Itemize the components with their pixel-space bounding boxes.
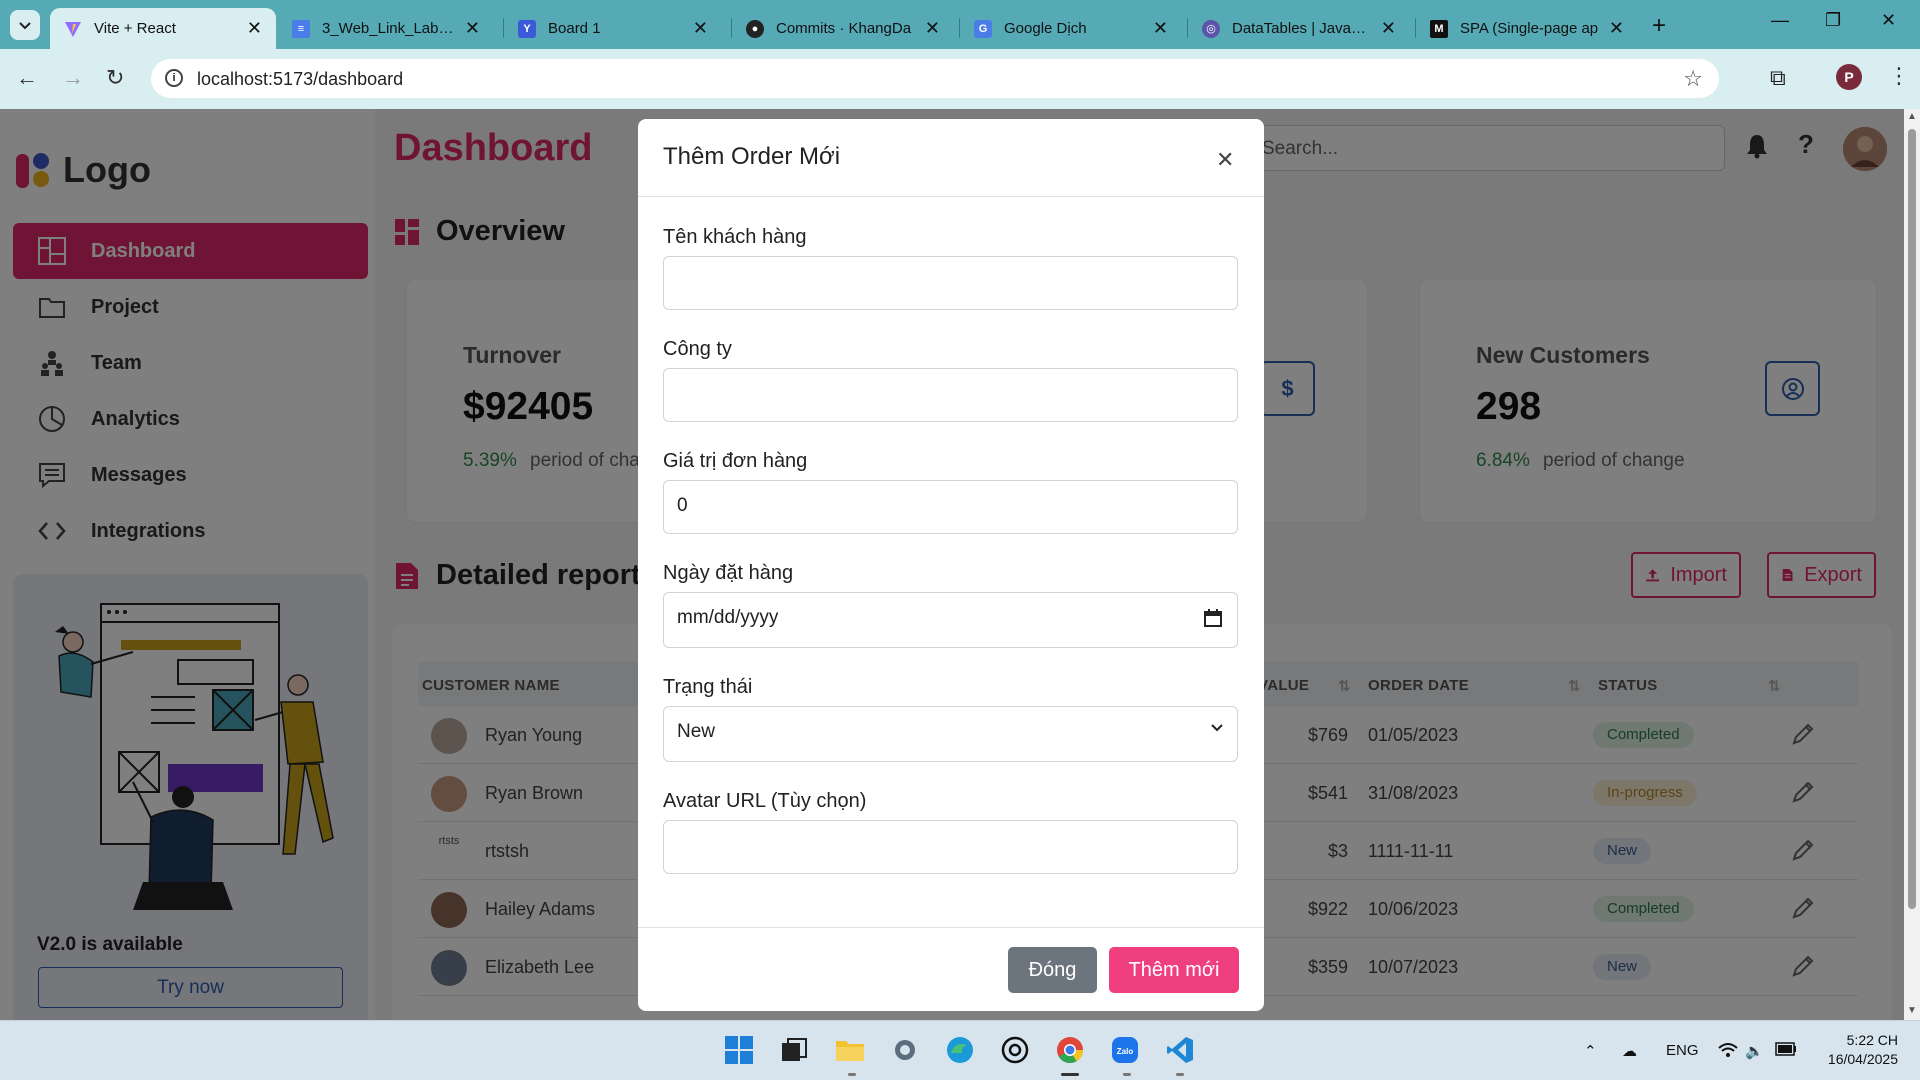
windows-start-icon[interactable] <box>722 1033 756 1067</box>
date-placeholder: mm/dd/yyyy <box>677 607 779 628</box>
forward-arrow-icon[interactable]: → <box>62 65 84 91</box>
tab-google-translate[interactable]: G Google Dịch ✕ <box>960 8 1182 49</box>
close-tab-icon[interactable]: ✕ <box>247 18 262 39</box>
page-scrollbar[interactable]: ▲ ▼ <box>1904 109 1920 1020</box>
battery-icon[interactable] <box>1775 1042 1797 1060</box>
system-clock[interactable]: 5:22 CH 16/04/2025 <box>1818 1031 1898 1069</box>
tab-title: SPA (Single-page ap <box>1460 20 1599 37</box>
order-date-label: Ngày đặt hàng <box>663 562 794 584</box>
order-date-input[interactable]: mm/dd/yyyy <box>663 592 1238 648</box>
add-order-modal: Thêm Order Mới ✕ Tên khách hàng Công ty … <box>638 119 1264 1011</box>
url-text[interactable]: localhost:5173/dashboard <box>197 69 403 90</box>
restore-icon[interactable]: ❐ <box>1825 10 1841 31</box>
running-indicator <box>1176 1073 1184 1076</box>
tab-datatables[interactable]: ◎ DataTables | Javascrip ✕ <box>1188 8 1410 49</box>
extensions-puzzle-icon[interactable]: ⧉ <box>1770 65 1786 91</box>
back-arrow-icon[interactable]: ← <box>16 65 38 91</box>
order-value-label: Giá trị đơn hàng <box>663 450 808 472</box>
tab-title: Vite + React <box>94 20 176 37</box>
chevron-up-icon[interactable]: ⌃ <box>1584 1042 1597 1060</box>
chevron-down-icon <box>19 22 31 30</box>
tab-spa[interactable]: M SPA (Single-page ap ✕ <box>1416 8 1638 49</box>
task-view-icon[interactable] <box>777 1033 811 1067</box>
close-tab-icon[interactable]: ✕ <box>465 18 480 39</box>
chatgpt-icon[interactable] <box>998 1033 1032 1067</box>
tab-title: DataTables | Javascrip <box>1232 20 1373 37</box>
tab-title: Board 1 <box>548 20 601 37</box>
kebab-menu-icon[interactable]: ⋮ <box>1888 63 1910 89</box>
close-window-icon[interactable]: ✕ <box>1881 10 1896 31</box>
scroll-up-arrow-icon[interactable]: ▲ <box>1907 111 1917 122</box>
tab-docs[interactable]: ≡ 3_Web_Link_Labs_Re ✕ <box>278 8 494 49</box>
company-label: Công ty <box>663 338 732 360</box>
tab-github[interactable]: ● Commits · KhangDa ✕ <box>732 8 954 49</box>
wifi-icon[interactable] <box>1718 1042 1738 1062</box>
address-bar[interactable]: i localhost:5173/dashboard ☆ <box>151 59 1719 98</box>
file-explorer-icon[interactable] <box>833 1033 867 1067</box>
close-tab-icon[interactable]: ✕ <box>693 18 708 39</box>
scrollbar-thumb[interactable] <box>1908 129 1916 909</box>
avatar-url-label: Avatar URL (Tùy chọn) <box>663 790 867 812</box>
running-indicator <box>848 1073 856 1076</box>
status-selected-value: New <box>677 721 716 742</box>
tab-title: Commits · KhangDa <box>776 20 912 37</box>
modal-footer: Đóng Thêm mới <box>638 927 1264 1011</box>
status-select[interactable]: New <box>663 706 1238 762</box>
modal-header: Thêm Order Mới ✕ <box>638 119 1264 197</box>
tab-search-button[interactable] <box>10 10 40 40</box>
google-translate-icon: G <box>974 19 992 38</box>
browser-tab-strip: Vite + React ✕ ≡ 3_Web_Link_Labs_Re ✕ Y … <box>0 0 1920 49</box>
minimize-icon[interactable]: — <box>1771 10 1789 31</box>
scroll-down-arrow-icon[interactable]: ▼ <box>1907 1005 1917 1016</box>
vite-icon <box>64 20 82 38</box>
chevron-down-icon <box>1210 720 1224 739</box>
miro-icon: Y <box>518 19 536 38</box>
customer-name-input[interactable] <box>663 256 1238 310</box>
close-tab-icon[interactable]: ✕ <box>1381 18 1396 39</box>
profile-avatar[interactable]: P <box>1836 64 1862 90</box>
status-label: Trạng thái <box>663 676 753 698</box>
chrome-icon[interactable] <box>1053 1033 1087 1067</box>
avatar-url-input[interactable] <box>663 820 1238 874</box>
order-value-input[interactable]: 0 <box>663 480 1238 534</box>
clock-date: 16/04/2025 <box>1827 1051 1898 1067</box>
bookmark-star-icon[interactable]: ☆ <box>1683 66 1703 92</box>
medium-icon: M <box>1430 19 1448 38</box>
github-icon: ● <box>746 19 764 38</box>
close-tab-icon[interactable]: ✕ <box>1609 18 1624 39</box>
settings-gear-icon[interactable] <box>888 1033 922 1067</box>
running-indicator <box>1123 1073 1131 1076</box>
close-button[interactable]: Đóng <box>1008 947 1097 993</box>
clock-time: 5:22 CH <box>1846 1032 1898 1048</box>
datatables-icon: ◎ <box>1202 19 1220 38</box>
zalo-icon[interactable]: Zalo <box>1108 1033 1142 1067</box>
edge-browser-icon[interactable] <box>943 1033 977 1067</box>
close-tab-icon[interactable]: ✕ <box>925 18 940 39</box>
site-info-icon[interactable]: i <box>165 69 183 87</box>
cloud-off-icon[interactable]: ☁ <box>1622 1042 1637 1060</box>
tab-title: Google Dịch <box>1004 20 1087 37</box>
reload-icon[interactable]: ↻ <box>106 65 124 91</box>
new-tab-plus-icon[interactable]: + <box>1652 12 1666 40</box>
tab-board[interactable]: Y Board 1 ✕ <box>504 8 722 49</box>
close-tab-icon[interactable]: ✕ <box>1153 18 1168 39</box>
svg-text:Zalo: Zalo <box>1117 1047 1134 1056</box>
tab-title: 3_Web_Link_Labs_Re <box>322 20 457 37</box>
google-docs-icon: ≡ <box>292 19 310 38</box>
customer-name-label: Tên khách hàng <box>663 226 807 248</box>
volume-icon[interactable]: 🔈 <box>1745 1042 1764 1060</box>
modal-title: Thêm Order Mới <box>663 143 841 170</box>
company-input[interactable] <box>663 368 1238 422</box>
close-icon[interactable]: ✕ <box>1216 147 1234 173</box>
browser-toolbar: ← → ↻ i localhost:5173/dashboard ☆ ⧉ P ⋮ <box>0 49 1920 109</box>
active-app-indicator <box>1061 1073 1079 1076</box>
calendar-icon[interactable] <box>1203 608 1223 628</box>
windows-taskbar: Zalo ⌃ ☁ ENG 🔈 5:22 CH 16/04/2025 <box>0 1020 1920 1080</box>
language-indicator[interactable]: ENG <box>1666 1042 1699 1059</box>
vscode-icon[interactable] <box>1163 1033 1197 1067</box>
tab-vite-react[interactable]: Vite + React ✕ <box>50 8 276 49</box>
add-order-button[interactable]: Thêm mới <box>1109 947 1239 993</box>
